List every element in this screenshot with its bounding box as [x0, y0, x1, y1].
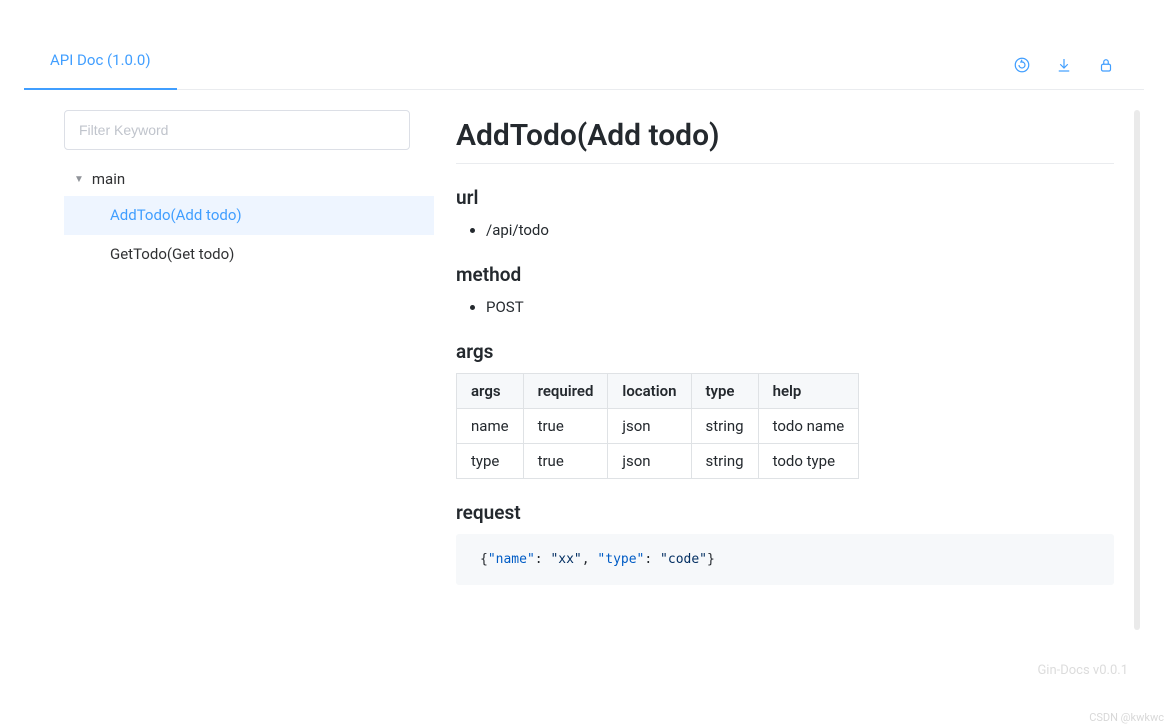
table-cell: string	[691, 409, 758, 444]
generator-label: Gin-Docs v0.0.1	[1037, 663, 1128, 678]
tabs: API Doc (1.0.0)	[24, 31, 177, 89]
request-code: {"name": "xx", "type": "code"}	[456, 534, 1114, 585]
table-cell: todo type	[758, 444, 859, 479]
table-cell: name	[457, 409, 524, 444]
table-cell: todo name	[758, 409, 859, 444]
sidebar-tree: ▼ main AddTodo(Add todo) GetTodo(Get tod…	[64, 162, 434, 274]
tree-children: AddTodo(Add todo) GetTodo(Get todo)	[64, 196, 434, 274]
th-required: required	[523, 374, 608, 409]
refresh-icon[interactable]	[1012, 55, 1032, 75]
th-type: type	[691, 374, 758, 409]
th-help: help	[758, 374, 859, 409]
tree-item-addtodo[interactable]: AddTodo(Add todo)	[64, 196, 434, 235]
watermark: CSDN @kwkwc	[1089, 711, 1164, 724]
table-header-row: args required location type help	[457, 374, 859, 409]
sidebar: ▼ main AddTodo(Add todo) GetTodo(Get tod…	[24, 90, 434, 702]
table-row: typetruejsonstringtodo type	[457, 444, 859, 479]
table-cell: true	[523, 444, 608, 479]
tree-item-gettodo[interactable]: GetTodo(Get todo)	[64, 235, 434, 274]
main-content: AddTodo(Add todo) url /api/todo method P…	[434, 90, 1144, 702]
topbar: API Doc (1.0.0)	[24, 0, 1144, 90]
lock-icon[interactable]	[1096, 55, 1116, 75]
topbar-actions	[1012, 55, 1144, 89]
scrollbar[interactable]	[1134, 110, 1140, 630]
table-row: nametruejsonstringtodo name	[457, 409, 859, 444]
chevron-down-icon: ▼	[74, 174, 84, 185]
th-location: location	[608, 374, 691, 409]
section-method-heading: method	[456, 263, 1114, 286]
filter-input[interactable]	[64, 110, 410, 150]
tree-root-label: main	[92, 170, 125, 188]
section-request-heading: request	[456, 501, 1114, 524]
method-value: POST	[486, 296, 1114, 318]
table-cell: json	[608, 444, 691, 479]
table-cell: type	[457, 444, 524, 479]
download-icon[interactable]	[1054, 55, 1074, 75]
url-value: /api/todo	[486, 219, 1114, 241]
section-url-heading: url	[456, 186, 1114, 209]
page-title: AddTodo(Add todo)	[456, 118, 1114, 164]
table-cell: string	[691, 444, 758, 479]
section-args-heading: args	[456, 340, 1114, 363]
tab-api-doc[interactable]: API Doc (1.0.0)	[24, 31, 177, 89]
args-table: args required location type help nametru…	[456, 373, 859, 479]
tree-root[interactable]: ▼ main	[64, 162, 434, 196]
table-cell: json	[608, 409, 691, 444]
th-args: args	[457, 374, 524, 409]
table-cell: true	[523, 409, 608, 444]
